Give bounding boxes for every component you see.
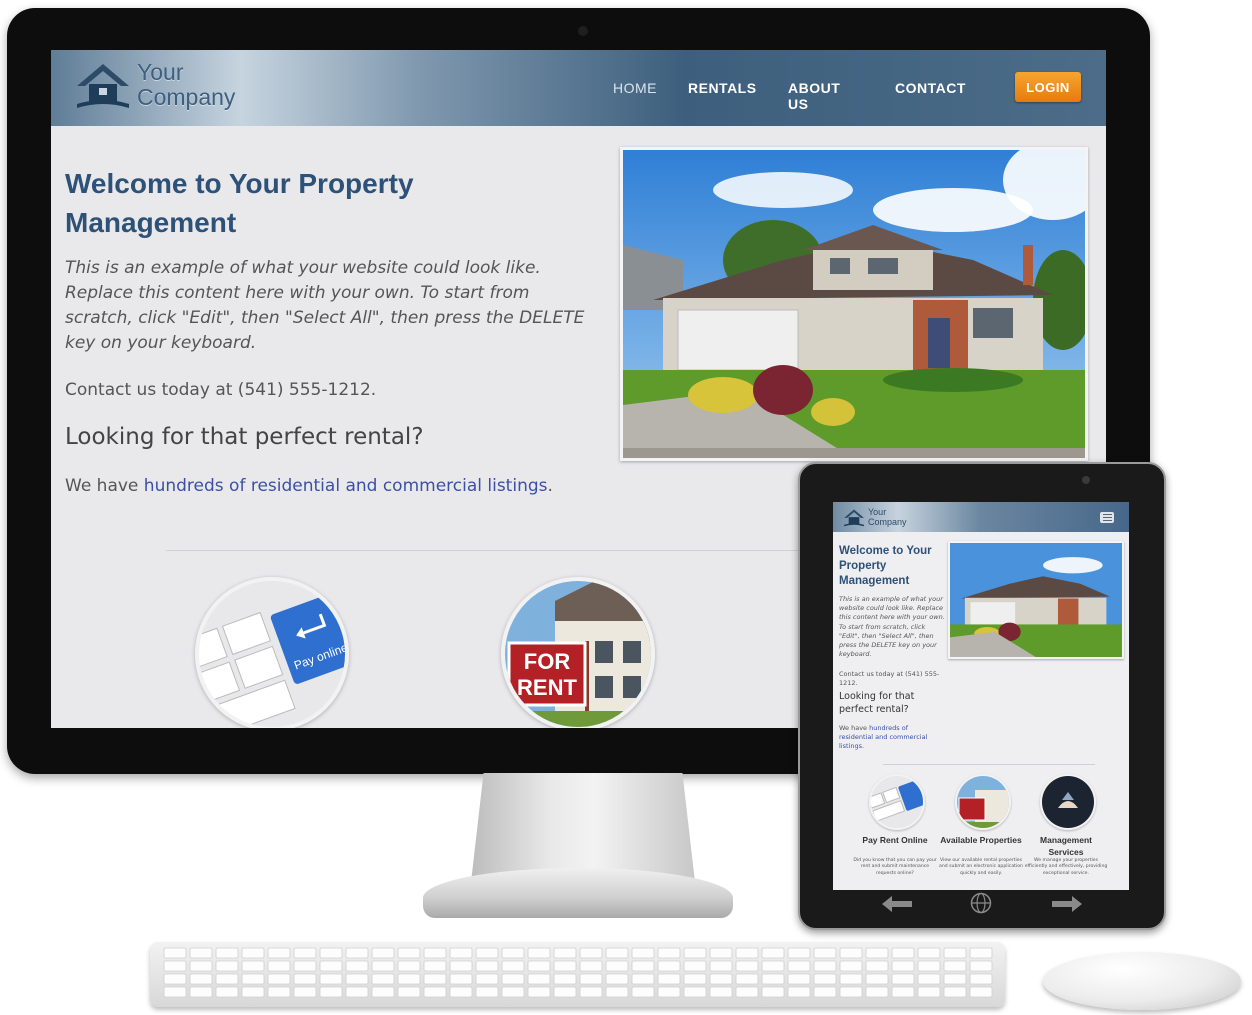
tablet-bottom-controls	[800, 892, 1164, 920]
listings-link[interactable]: hundreds of residential and commercial l…	[144, 476, 548, 496]
back-arrow-icon[interactable]	[882, 896, 912, 912]
nav-about-us[interactable]: ABOUT US	[788, 80, 840, 112]
feature-desc-management-services: We manage your properties efficiently an…	[1024, 858, 1108, 876]
tablet-for-rent-image[interactable]	[955, 774, 1011, 830]
rental-heading: Looking for that perfect rental?	[65, 424, 424, 450]
sign-line-1: FOR	[524, 649, 571, 674]
tablet-logo-line-1: Your	[868, 507, 887, 517]
nav-contact[interactable]: CONTACT	[895, 80, 966, 96]
for-rent-sign-image[interactable]: FOR RENT	[501, 577, 655, 728]
nav-rentals[interactable]: RENTALS	[688, 80, 757, 96]
tablet-intro-paragraph: This is an example of what your website …	[839, 595, 945, 659]
feature-title-available-properties: Available Properties	[940, 835, 1022, 845]
feature-title-management-services: Management Services	[1040, 835, 1092, 857]
logo-line-2: Company	[137, 84, 236, 110]
tablet-site-logo[interactable]: Your Company	[843, 507, 907, 527]
tablet-hero-house-image	[948, 541, 1124, 659]
listings-prefix: We have	[65, 476, 144, 496]
forward-arrow-icon[interactable]	[1052, 896, 1082, 912]
keyboard-keys	[163, 947, 993, 998]
intro-paragraph: This is an example of what your website …	[65, 258, 585, 353]
pay-online-keyboard-image[interactable]: Pay online	[195, 577, 349, 728]
tablet-listings-prefix: We have	[839, 724, 870, 732]
contact-text: Contact us today at (541) 555-1212.	[65, 380, 377, 400]
tablet-pay-online-image[interactable]	[869, 774, 925, 830]
tablet-camera	[1082, 476, 1090, 484]
mouse	[1043, 952, 1241, 1010]
listings-text: We have hundreds of residential and comm…	[65, 476, 553, 496]
tablet-page-title: Welcome to Your Property Management	[839, 545, 932, 587]
tablet-logo-line-2: Company	[868, 517, 907, 527]
tablet-website-screen: Your Company Welcome to Your Property Ma…	[833, 502, 1129, 890]
tablet-house-logo-icon	[844, 509, 864, 526]
tablet-site-header: Your Company	[833, 502, 1129, 532]
globe-icon[interactable]	[970, 892, 992, 914]
house-logo-icon	[77, 64, 129, 108]
tablet-management-services-image[interactable]	[1040, 774, 1096, 830]
tablet-content-divider	[883, 764, 1095, 765]
keyboard	[150, 942, 1005, 1007]
listings-suffix: .	[547, 476, 553, 496]
tablet-device: Your Company Welcome to Your Property Ma…	[798, 462, 1166, 930]
sign-line-2: RENT	[517, 675, 577, 700]
login-button[interactable]: LOGIN	[1015, 72, 1081, 102]
feature-title-pay-rent: Pay Rent Online	[862, 835, 928, 845]
site-logo[interactable]: Your Company	[75, 60, 235, 110]
tablet-listings-suffix: .	[862, 742, 865, 750]
logo-line-1: Your	[137, 59, 184, 85]
tablet-listings-text: We have hundreds of residential and comm…	[839, 724, 939, 751]
tablet-rental-heading: Looking for that perfect rental?	[839, 691, 915, 715]
feature-desc-pay-rent: Did you know that you can pay your rent …	[853, 858, 937, 876]
page-title: Welcome to Your Property Management	[65, 168, 414, 238]
site-header: Your Company HOME RENTALS ABOUT US CONTA…	[51, 50, 1106, 126]
tablet-contact-text: Contact us today at (541) 555-1212.	[839, 670, 940, 687]
webcam	[578, 26, 588, 36]
nav-home[interactable]: HOME	[613, 80, 657, 96]
feature-desc-available-properties: View our available rental properties and…	[939, 858, 1023, 876]
hamburger-menu-icon[interactable]	[1100, 512, 1114, 523]
hero-house-image	[620, 147, 1088, 461]
